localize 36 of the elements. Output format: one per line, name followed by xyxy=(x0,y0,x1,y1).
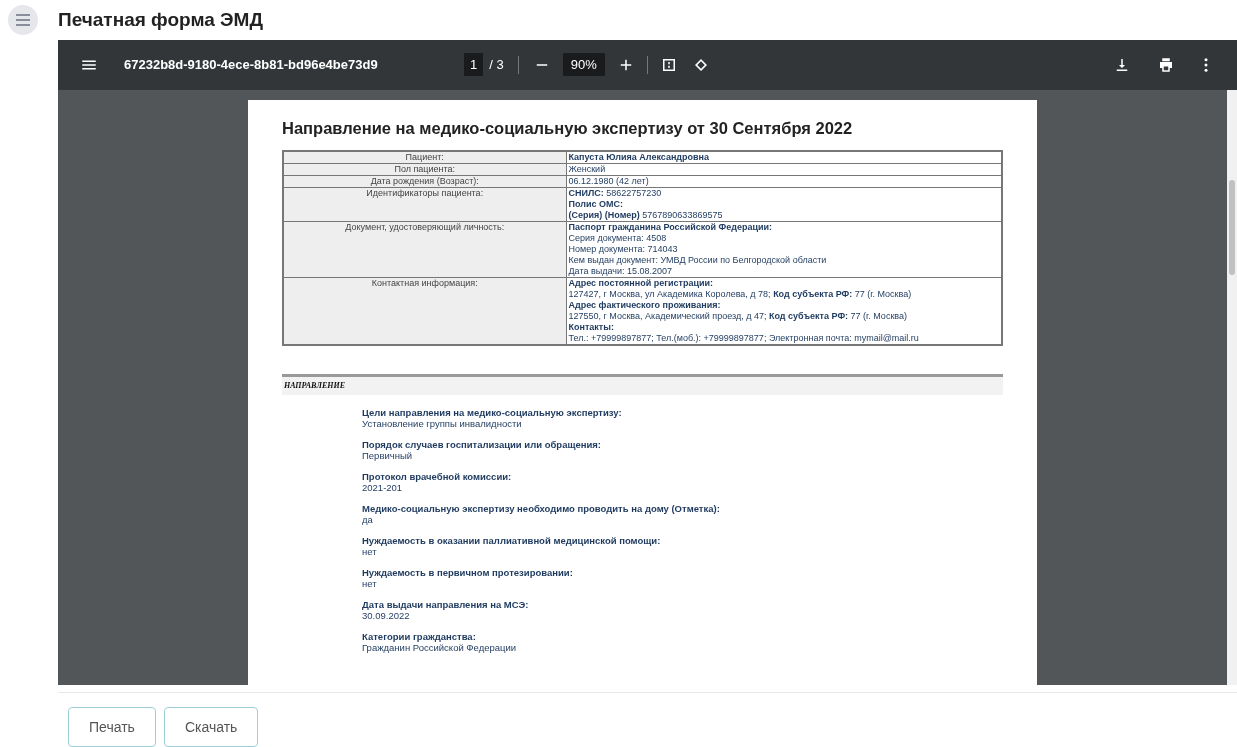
table-cell: Капуста Юлияа Александровна xyxy=(566,151,1002,164)
file-name: 67232b8d-9180-4ece-8b81-bd96e4be73d9 xyxy=(124,55,379,74)
table-cell: Документ, удостоверяющий личность: xyxy=(283,221,566,278)
section-header: НАПРАВЛЕНИЕ xyxy=(282,374,1003,396)
action-button[interactable]: Печать xyxy=(68,707,156,747)
table-cell: СНИЛС: 58622757230 Полис ОМС: (Серия) (Номер) 5767890633869575 xyxy=(566,187,1002,222)
field-label: Категории гражданства: xyxy=(362,631,477,643)
field-value: 30.09.2022 xyxy=(362,610,411,622)
table-cell: Пациент: xyxy=(283,151,566,164)
zoom-field[interactable]: 90% xyxy=(562,52,605,77)
page-title: Печатная форма ЭМД xyxy=(58,7,263,32)
field-label: Дата выдачи направления на МСЭ: xyxy=(362,599,530,611)
field-value: да xyxy=(362,514,374,526)
field-label: Цели направления на медико-социальную экспертизу: xyxy=(362,407,623,419)
field-value: 2021-201 xyxy=(362,482,404,494)
field-value: Установление группы инвалидности xyxy=(362,418,523,430)
table-cell: 06.12.1980 (42 лет) xyxy=(566,175,1002,188)
scrollbar[interactable] xyxy=(1227,89,1237,685)
page-total: / 3 xyxy=(489,55,504,74)
field-label: Нуждаемость в первичном протезировании: xyxy=(362,567,574,579)
field-value: Гражданин Российской Федерации xyxy=(362,642,518,654)
page-number-field[interactable]: 1 xyxy=(464,52,484,77)
table-cell: Паспорт гражданина Российской Федерации: Серия документа: 4508 Номер документа: 714043 Кем выдан документ: УМВД России по Белгородской области Дата выдачи: 15.08.2007 xyxy=(566,221,1002,278)
field-label: Медико-социальную экспертизу необходимо проводить на дому (Отметка): xyxy=(362,503,721,515)
table-cell: Женский xyxy=(566,163,1002,176)
field-label: Нуждаемость в оказании паллиативной медицинской помощи: xyxy=(362,535,662,547)
field-value: нет xyxy=(362,578,378,590)
action-button[interactable]: Скачать xyxy=(163,707,259,747)
field-value: нет xyxy=(362,546,378,558)
table-cell: Идентификаторы пациента: xyxy=(283,187,566,222)
table-cell: Контактная информация: xyxy=(283,277,566,346)
document-title: Направление на медико-социальную экспертизу от 30 Сентября 2022 xyxy=(282,117,854,139)
field-label: Порядок случаев госпитализации или обращения: xyxy=(362,439,603,451)
field-label: Протокол врачебной комиссии: xyxy=(362,471,513,483)
print-icon[interactable] xyxy=(1157,55,1175,74)
field-value: Первичный xyxy=(362,450,414,462)
